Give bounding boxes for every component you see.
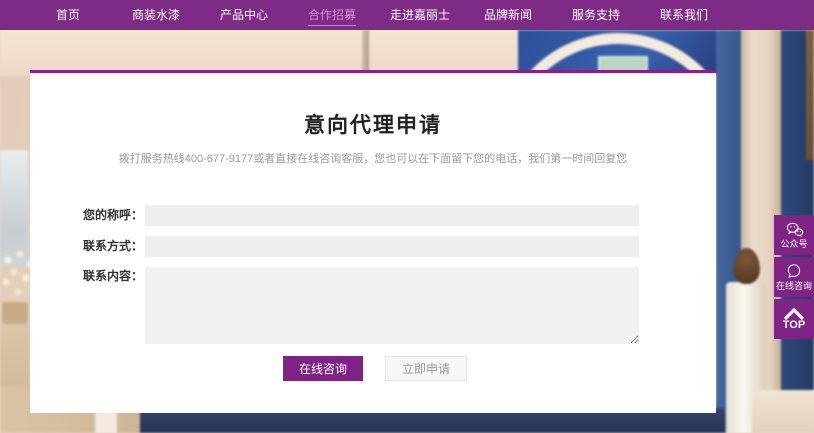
name-label: 您的称呼： [70,205,145,226]
form-row-content: 联系内容： [70,267,639,344]
nav-item-label: 联系我们 [660,6,708,25]
nav-item-contact[interactable]: 联系我们 [640,0,728,30]
wechat-icon [785,221,804,238]
form-row-name: 您的称呼： [70,205,639,226]
contact-input[interactable] [145,236,639,257]
name-input[interactable] [145,205,639,226]
photo-wood-trim [806,30,814,160]
contact-label: 联系方式： [70,236,145,257]
back-to-top-widget[interactable]: TOP [774,299,814,339]
form-row-contact: 联系方式： [70,236,639,257]
photo-bedpost-knob [733,248,760,284]
photo-bench [752,390,814,433]
online-chat-widget-label: 在线咨询 [776,281,812,291]
apply-now-button[interactable]: 立即申请 [385,356,467,381]
wechat-widget-label: 公众号 [780,239,807,249]
content-textarea[interactable] [145,267,639,344]
wechat-widget[interactable]: 公众号 [774,215,814,255]
nav-item-label: 商装水漆 [132,6,180,25]
photo-wall-corner [362,30,369,74]
nav-item-commercial-paint[interactable]: 商装水漆 [112,0,200,30]
nav-item-about[interactable]: 走进嘉丽士 [376,0,464,30]
page-title: 意向代理申请 [30,109,716,139]
online-consult-button[interactable]: 在线咨询 [283,356,363,381]
nav-item-label: 走进嘉丽士 [390,6,450,25]
nav-item-news[interactable]: 品牌新闻 [464,0,552,30]
photo-arch [460,30,716,74]
main-nav: 首页 商装水漆 产品中心 合作招募 走进嘉丽士 品牌新闻 服务支持 联系我们 [0,0,814,30]
nav-item-label: 合作招募 [308,6,356,26]
page: 首页 商装水漆 产品中心 合作招募 走进嘉丽士 品牌新闻 服务支持 联系我们 意… [0,0,814,433]
nav-item-label: 产品中心 [220,6,268,25]
chat-bubble-icon [785,263,803,280]
nav-item-products[interactable]: 产品中心 [200,0,288,30]
page-subtitle: 拨打服务热线400-677-9177或者直接在线咨询客服，您也可以在下面留下您的… [30,150,716,166]
online-chat-widget[interactable]: 在线咨询 [774,257,814,297]
floating-toolbar: 公众号 在线咨询 TOP [774,215,814,341]
nav-item-label: 品牌新闻 [484,6,532,25]
application-panel: 意向代理申请 拨打服务热线400-677-9177或者直接在线咨询客服，您也可以… [30,70,716,413]
photo-vase [2,302,28,324]
back-to-top-label: TOP [783,320,805,331]
nav-item-label: 服务支持 [572,6,620,25]
nav-item-home[interactable]: 首页 [24,0,112,30]
content-label: 联系内容： [70,267,145,344]
nav-item-support[interactable]: 服务支持 [552,0,640,30]
nav-item-label: 首页 [56,6,80,25]
nav-item-recruitment[interactable]: 合作招募 [288,0,376,30]
